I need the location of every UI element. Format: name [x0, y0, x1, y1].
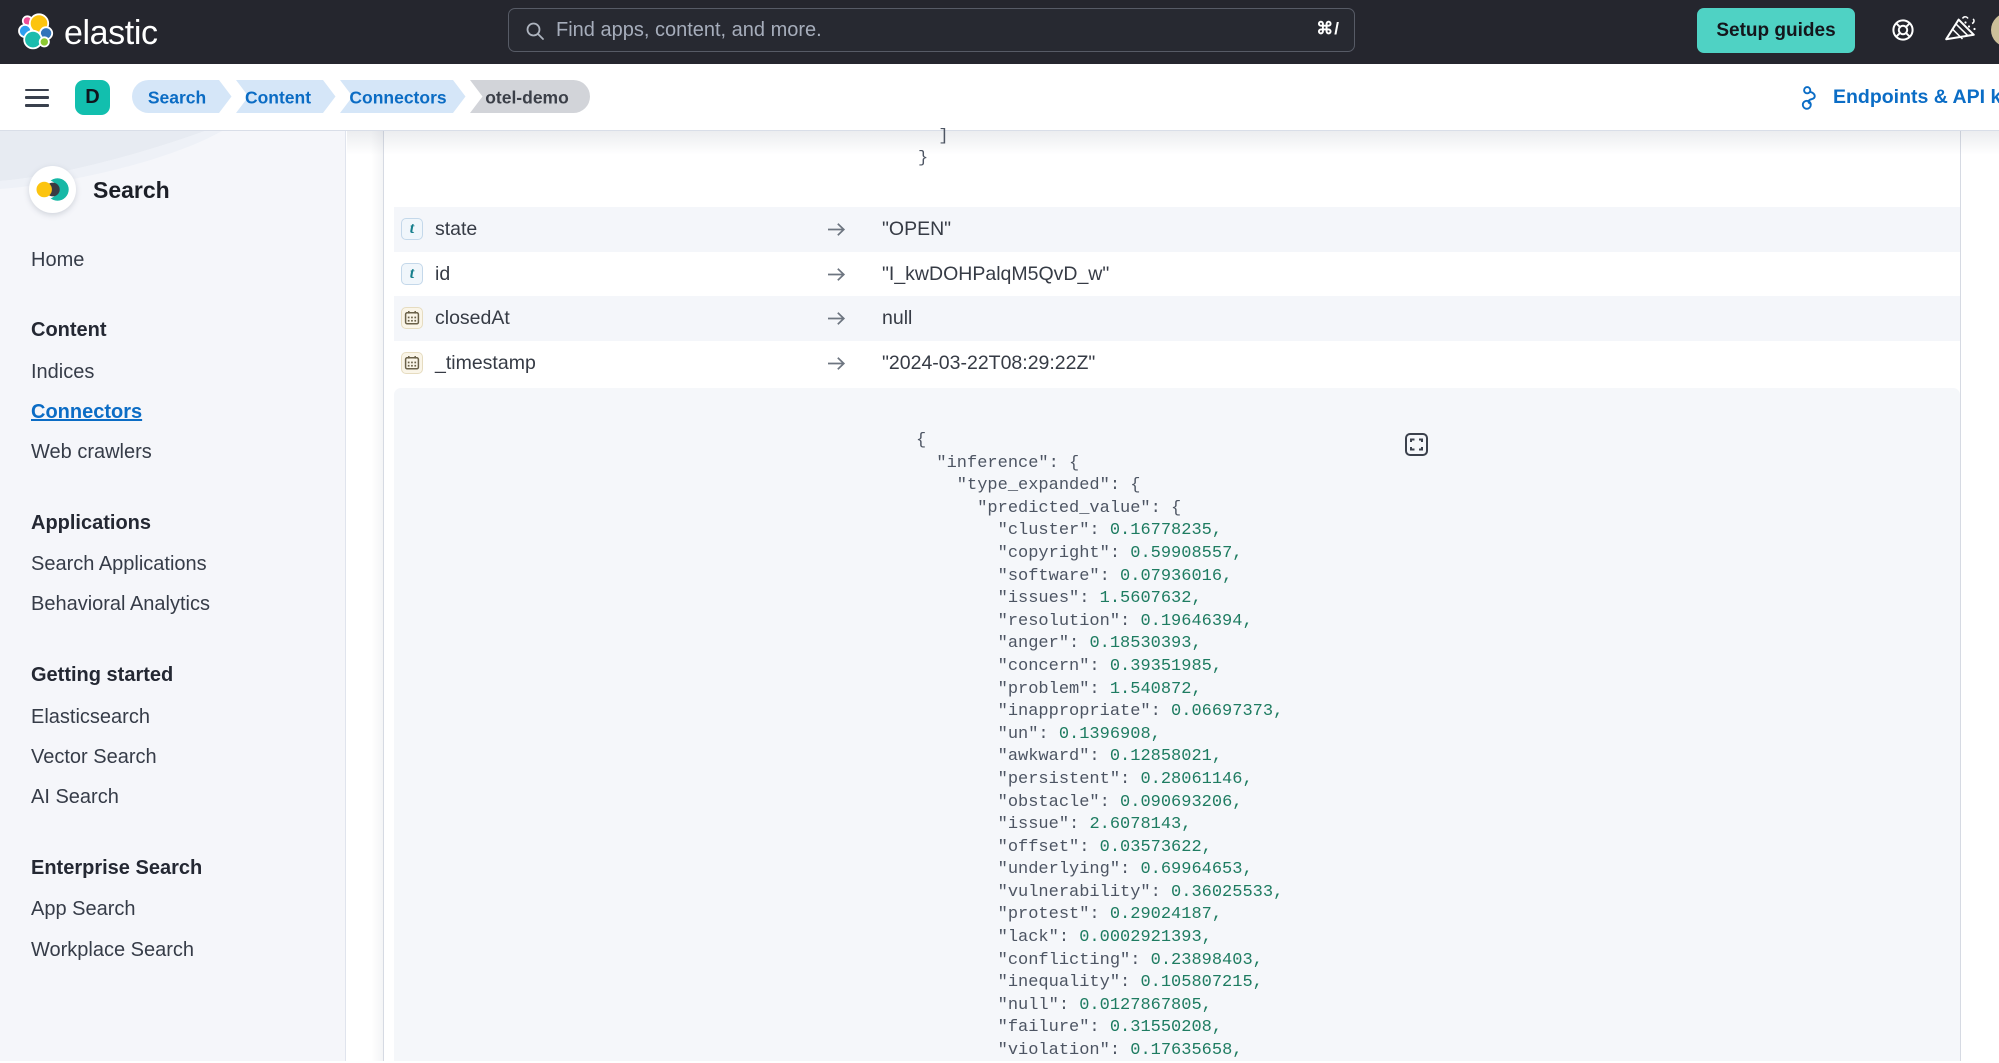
svg-text:Connectors: Connectors — [349, 88, 447, 108]
svg-text:Search: Search — [148, 88, 206, 108]
svg-text:otel-demo: otel-demo — [485, 88, 569, 108]
svg-text:Content: Content — [245, 88, 311, 108]
